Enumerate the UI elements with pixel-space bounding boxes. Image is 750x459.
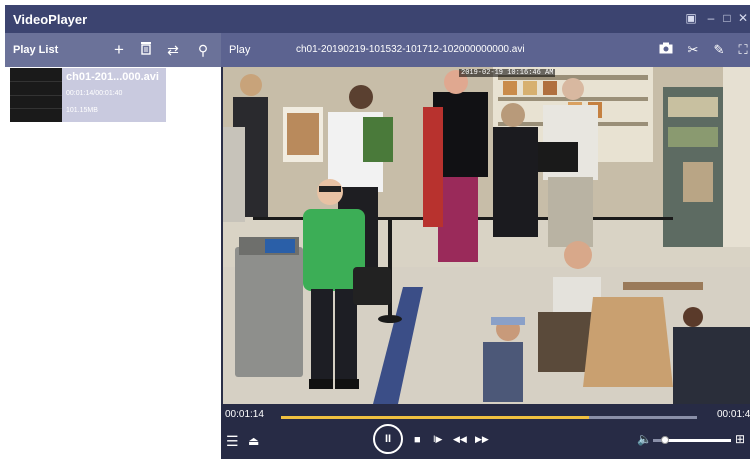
seek-bar[interactable] — [281, 416, 697, 419]
eject-icon[interactable]: ⏏ — [248, 434, 259, 448]
playlist-item[interactable]: ch01-201...000.avi 00:01:14/00:01:40 101… — [10, 68, 166, 122]
list-icon[interactable]: ☰ — [226, 433, 239, 450]
playlist-header: Play List + ⇄ ⚲ — [5, 33, 221, 67]
loop-icon[interactable]: ⇄ — [165, 41, 181, 59]
video-scene — [223, 67, 750, 404]
step-forward-button[interactable]: I▶ — [433, 434, 442, 445]
playback-controls: 00:01:14 00:01:40 ☰ ⏏ II ■ I▶ ◀◀ ▶▶ 🔈 ⊞ — [221, 404, 750, 459]
delete-icon[interactable] — [138, 41, 154, 59]
pause-button[interactable]: II — [373, 424, 403, 454]
player-panel: Play ch01-20190219-101532-101712-1020000… — [221, 33, 750, 459]
playlist-panel: Play List + ⇄ ⚲ ch01-201...000.avi 00:01… — [5, 33, 221, 459]
app-title: VideoPlayer — [13, 12, 88, 27]
stop-button[interactable]: ■ — [414, 434, 421, 446]
video-timestamp-overlay: 2019-02-19 10:16:46 AM — [459, 69, 556, 77]
screen-icon[interactable]: ▣ — [683, 10, 699, 26]
rewind-button[interactable]: ◀◀ — [453, 434, 467, 445]
video-player-window: VideoPlayer ▣ – □ ✕ Play List + ⇄ ⚲ ch01… — [5, 5, 750, 459]
minimize-icon[interactable]: – — [703, 10, 719, 26]
add-icon[interactable]: + — [111, 41, 127, 59]
playlist-item-name: ch01-201...000.avi — [66, 71, 159, 83]
camera-icon-shape — [659, 42, 673, 54]
total-time: 00:01:40 — [717, 409, 750, 420]
camera-icon[interactable] — [658, 41, 674, 59]
speaker-icon[interactable]: 🔈 — [637, 432, 652, 446]
clip-icon[interactable]: ✎ — [711, 41, 727, 59]
playlist-item-size: 101.15MB — [66, 107, 98, 114]
player-header: Play ch01-20190219-101532-101712-1020000… — [221, 33, 750, 67]
video-frame[interactable]: 2019-02-19 10:16:46 AM — [223, 67, 750, 404]
volume-slider[interactable] — [653, 436, 731, 444]
playlist-item-duration: 00:01:14/00:01:40 — [66, 90, 123, 97]
grid-icon[interactable]: ⊞ — [735, 432, 745, 446]
current-file-name: ch01-20190219-101532-101712-102000000000… — [296, 44, 525, 55]
seek-bar-progress — [281, 416, 589, 419]
close-icon[interactable]: ✕ — [735, 10, 750, 26]
volume-knob[interactable] — [660, 436, 669, 444]
title-bar[interactable]: VideoPlayer ▣ – □ ✕ — [5, 5, 750, 33]
fullscreen-icon[interactable]: ⛶ — [735, 41, 750, 59]
scissors-icon[interactable]: ✂ — [685, 41, 701, 59]
video-thumbnail — [10, 68, 62, 122]
playlist-title: Play List — [13, 44, 59, 56]
current-time: 00:01:14 — [225, 409, 264, 420]
fast-forward-button[interactable]: ▶▶ — [475, 434, 489, 445]
filter-icon[interactable]: ⚲ — [195, 41, 211, 59]
player-title: Play — [229, 44, 251, 56]
maximize-icon[interactable]: □ — [719, 10, 735, 26]
delete-icon-shape — [141, 42, 151, 55]
